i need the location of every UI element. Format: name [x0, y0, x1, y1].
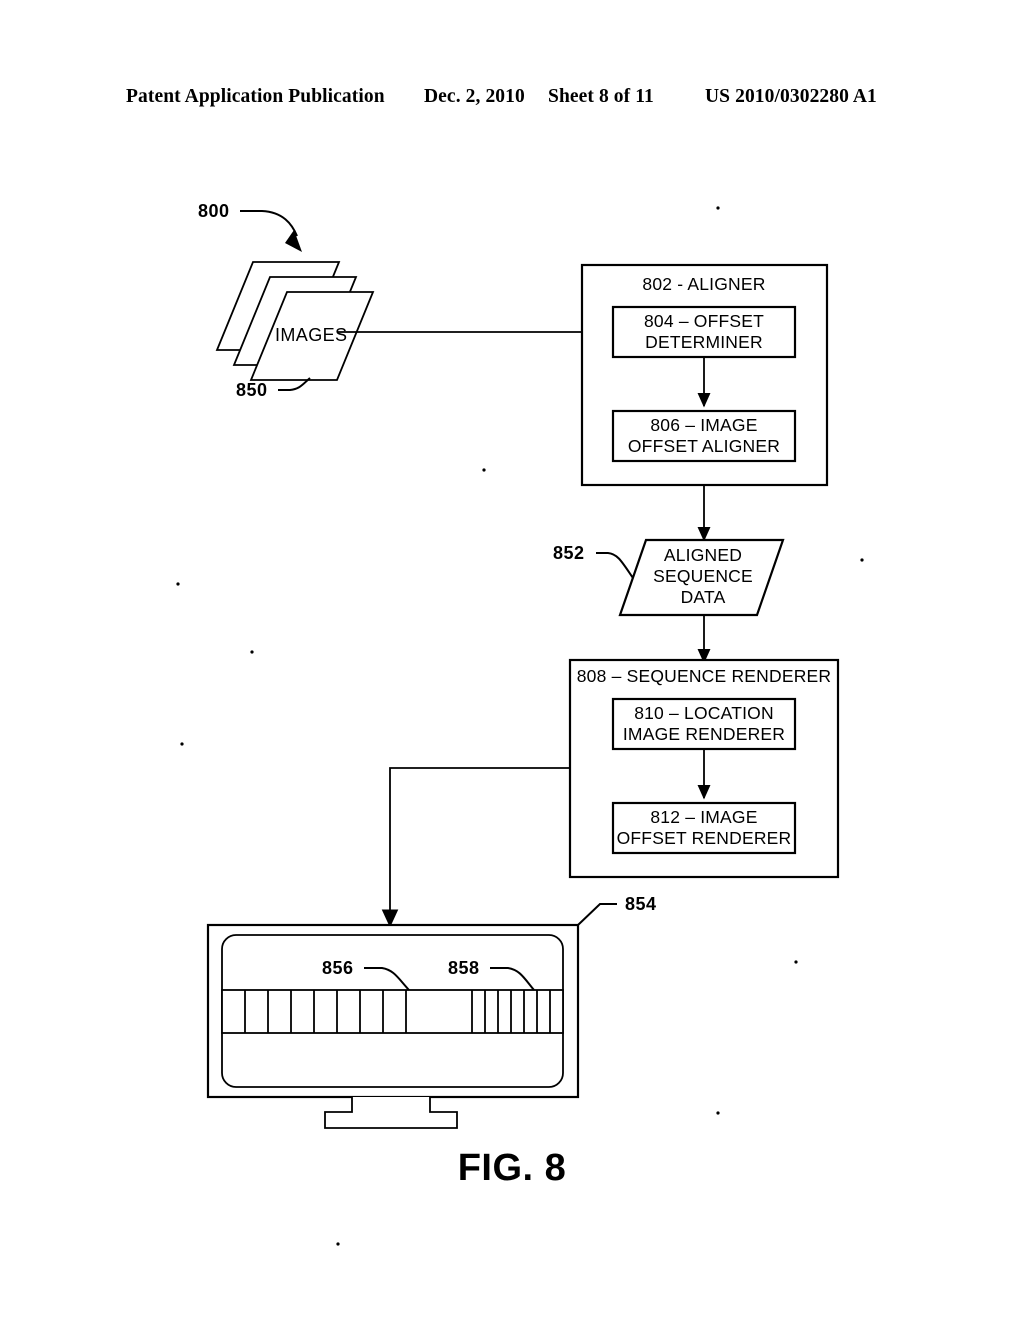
figure-caption: FIG. 8: [458, 1147, 567, 1189]
images-stack-node: IMAGES 850: [215, 261, 375, 400]
aligner-title: 802 - ALIGNER: [642, 274, 765, 294]
scan-speck: [794, 960, 798, 964]
ref-label-856: 856: [322, 958, 354, 978]
connector-sequence-renderer-to-display: [381, 767, 570, 928]
ref-label-852: 852: [553, 543, 585, 563]
filmstrip-band: [221, 989, 564, 1034]
ref-label-854: 854: [625, 894, 657, 914]
reference-854-group: 854: [577, 894, 657, 926]
image-offset-renderer-box-812: 812 – IMAGE OFFSET RENDERER: [611, 801, 797, 855]
ref-800-arrowhead: [285, 230, 302, 252]
ref-label-850: 850: [236, 380, 268, 400]
ref-854-leader-line: [577, 903, 617, 926]
offset-determiner-line1: 804 – OFFSET: [644, 311, 764, 331]
aligned-data-line3: DATA: [681, 587, 726, 607]
aligned-sequence-data-node-852: ALIGNED SEQUENCE DATA 852: [553, 538, 785, 617]
scan-speck: [860, 558, 864, 562]
scan-speck: [482, 468, 486, 472]
scan-speck: [180, 742, 184, 746]
scan-speck: [716, 1111, 720, 1115]
images-label: IMAGES: [275, 325, 347, 345]
sequence-renderer-title: 808 – SEQUENCE RENDERER: [577, 666, 832, 686]
scan-speck: [176, 582, 180, 586]
ref-852-leader-line: [596, 552, 634, 579]
scan-speck: [336, 1242, 340, 1246]
aligned-data-line1: ALIGNED: [664, 545, 742, 565]
system-reference-800: 800: [198, 201, 302, 252]
image-offset-renderer-line1: 812 – IMAGE: [650, 807, 757, 827]
image-offset-aligner-line1: 806 – IMAGE: [650, 415, 757, 435]
scan-speck: [250, 650, 254, 654]
image-offset-renderer-line2: OFFSET RENDERER: [617, 828, 792, 848]
ref-label-800: 800: [198, 201, 230, 221]
patent-page: Patent Application Publication Dec. 2, 2…: [0, 0, 1024, 1320]
ref-800-leader-line: [240, 210, 298, 237]
offset-determiner-line2: DETERMINER: [645, 332, 763, 352]
scan-speck: [716, 206, 720, 210]
image-offset-aligner-box-806: 806 – IMAGE OFFSET ALIGNER: [611, 409, 797, 463]
figure-8-diagram: 800 IMAGES 850 802 - ALIGNER 804 – OFFSE…: [176, 201, 864, 1246]
monitor-stand: [324, 1097, 458, 1129]
aligner-container-802: 802 - ALIGNER 804 – OFFSET DETERMINER 80…: [580, 263, 829, 487]
offset-determiner-box-804: 804 – OFFSET DETERMINER: [611, 305, 797, 359]
aligned-data-line2: SEQUENCE: [653, 566, 753, 586]
location-image-renderer-box-810: 810 – LOCATION IMAGE RENDERER: [611, 697, 797, 751]
location-image-renderer-line2: IMAGE RENDERER: [623, 724, 785, 744]
sequence-renderer-container-808: 808 – SEQUENCE RENDERER 810 – LOCATION I…: [568, 658, 840, 879]
ref-label-858: 858: [448, 958, 480, 978]
image-offset-aligner-line2: OFFSET ALIGNER: [628, 436, 780, 456]
display-monitor-854: 856 858 854: [206, 894, 657, 1129]
location-image-renderer-line1: 810 – LOCATION: [634, 703, 774, 723]
